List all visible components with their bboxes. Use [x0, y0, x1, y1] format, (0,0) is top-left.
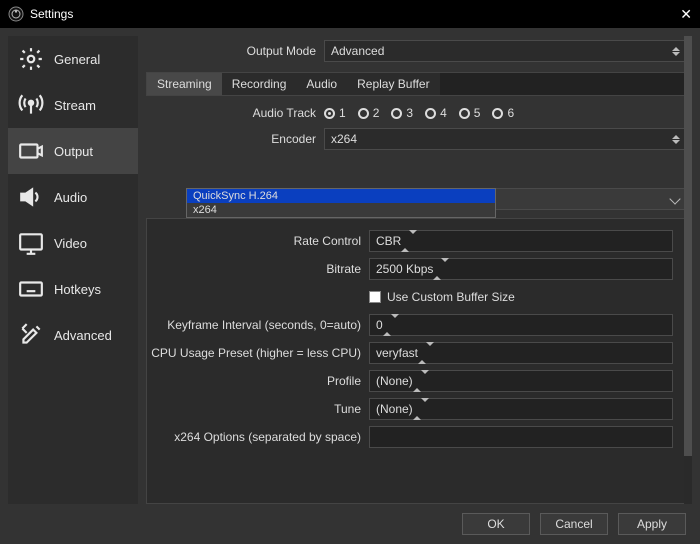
audio-track-radios: 1 2 3 4 5 6 — [324, 106, 686, 120]
custom-buffer-check[interactable]: Use Custom Buffer Size — [369, 290, 679, 304]
output-mode-value: Advanced — [331, 44, 384, 58]
sidebar-item-label: Advanced — [54, 328, 112, 343]
keyframe-label: Keyframe Interval (seconds, 0=auto) — [147, 318, 369, 332]
apply-button[interactable]: Apply — [618, 513, 686, 535]
sidebar-item-label: Audio — [54, 190, 87, 205]
cpu-preset-label: CPU Usage Preset (higher = less CPU) — [147, 346, 369, 360]
gear-icon — [18, 46, 44, 72]
tools-icon — [18, 322, 44, 348]
encoder-select[interactable]: x264 — [324, 128, 686, 150]
scrollbar-track[interactable] — [684, 36, 692, 504]
cancel-button[interactable]: Cancel — [540, 513, 608, 535]
sidebar-item-output[interactable]: Output — [8, 128, 138, 174]
sidebar-item-general[interactable]: General — [8, 36, 138, 82]
rate-control-select[interactable]: CBR — [369, 230, 673, 252]
titlebar: Settings ✕ — [0, 0, 700, 28]
cpu-preset-select[interactable]: veryfast — [369, 342, 673, 364]
bitrate-label: Bitrate — [147, 262, 369, 276]
speaker-icon — [18, 184, 44, 210]
profile-select[interactable]: (None) — [369, 370, 673, 392]
updown-icon — [413, 402, 429, 416]
monitor-icon — [18, 230, 44, 256]
keyframe-input[interactable]: 0 — [369, 314, 673, 336]
updown-icon — [418, 346, 434, 360]
sidebar-item-label: General — [54, 52, 100, 67]
output-tabs: Streaming Recording Audio Replay Buffer — [146, 72, 686, 96]
encoder-label: Encoder — [146, 132, 324, 146]
keyboard-icon — [18, 276, 44, 302]
bitrate-row: Bitrate 2500 Kbps — [147, 255, 685, 283]
tab-recording[interactable]: Recording — [222, 73, 297, 95]
updown-icon — [401, 234, 417, 248]
audio-track-radio-6[interactable]: 6 — [492, 106, 514, 120]
updown-icon[interactable] — [433, 262, 449, 276]
tune-row: Tune (None) — [147, 395, 685, 423]
audio-track-radio-4[interactable]: 4 — [425, 106, 447, 120]
scrollbar-thumb[interactable] — [684, 36, 692, 456]
ok-button[interactable]: OK — [462, 513, 530, 535]
audio-track-row: Audio Track 1 2 3 4 5 6 — [146, 100, 692, 126]
encoder-option-x264[interactable]: x264 — [187, 203, 495, 217]
custom-buffer-checkbox[interactable] — [369, 291, 381, 303]
sidebar-item-advanced[interactable]: Advanced — [8, 312, 138, 358]
custom-buffer-row: Use Custom Buffer Size — [147, 283, 685, 311]
audio-track-label: Audio Track — [146, 106, 324, 120]
tab-audio[interactable]: Audio — [296, 73, 347, 95]
cpu-preset-row: CPU Usage Preset (higher = less CPU) ver… — [147, 339, 685, 367]
encoder-option-quicksync[interactable]: QuickSync H.264 — [187, 189, 495, 203]
obs-icon — [8, 6, 24, 22]
output-icon — [18, 138, 44, 164]
window-title: Settings — [30, 7, 668, 21]
body: General Stream Output Audio — [0, 28, 700, 504]
audio-track-radio-3[interactable]: 3 — [391, 106, 413, 120]
tab-replay-buffer[interactable]: Replay Buffer — [347, 73, 440, 95]
updown-icon — [413, 374, 429, 388]
sidebar-item-label: Video — [54, 236, 87, 251]
tune-select[interactable]: (None) — [369, 398, 673, 420]
footer: OK Cancel Apply — [0, 504, 700, 544]
output-mode-select[interactable]: Advanced — [324, 40, 686, 62]
updown-icon[interactable] — [383, 318, 399, 332]
profile-label: Profile — [147, 374, 369, 388]
sidebar: General Stream Output Audio — [8, 36, 138, 504]
bitrate-input[interactable]: 2500 Kbps — [369, 258, 673, 280]
tab-streaming[interactable]: Streaming — [147, 73, 222, 95]
encoder-dropdown[interactable]: QuickSync H.264 x264 — [186, 188, 496, 218]
sidebar-item-label: Hotkeys — [54, 282, 101, 297]
output-mode-row: Output Mode Advanced — [146, 36, 692, 66]
keyframe-row: Keyframe Interval (seconds, 0=auto) 0 — [147, 311, 685, 339]
x264-options-label: x264 Options (separated by space) — [147, 430, 369, 444]
antenna-icon — [18, 92, 44, 118]
output-mode-label: Output Mode — [146, 44, 324, 58]
x264-options-row: x264 Options (separated by space) — [147, 423, 685, 451]
chevron-down-icon — [669, 193, 680, 204]
encoder-row: Encoder x264 — [146, 126, 692, 152]
encoder-settings-panel: Rate Control CBR Bitrate 2500 Kbps — [146, 218, 686, 504]
updown-icon — [669, 42, 683, 60]
updown-icon — [669, 130, 683, 148]
encoder-value: x264 — [331, 132, 357, 146]
sidebar-item-label: Output — [54, 144, 93, 159]
sidebar-item-hotkeys[interactable]: Hotkeys — [8, 266, 138, 312]
profile-row: Profile (None) — [147, 367, 685, 395]
sidebar-item-video[interactable]: Video — [8, 220, 138, 266]
audio-track-radio-2[interactable]: 2 — [358, 106, 380, 120]
rate-control-row: Rate Control CBR — [147, 227, 685, 255]
audio-track-radio-1[interactable]: 1 — [324, 106, 346, 120]
sidebar-item-label: Stream — [54, 98, 96, 113]
settings-window: Settings ✕ General Stream Output — [0, 0, 700, 544]
sidebar-item-stream[interactable]: Stream — [8, 82, 138, 128]
custom-buffer-label: Use Custom Buffer Size — [387, 290, 515, 304]
tune-label: Tune — [147, 402, 369, 416]
sidebar-item-audio[interactable]: Audio — [8, 174, 138, 220]
main-panel: Output Mode Advanced Streaming Recording… — [146, 36, 692, 504]
x264-options-input[interactable] — [369, 426, 673, 448]
audio-track-radio-5[interactable]: 5 — [459, 106, 481, 120]
rate-control-label: Rate Control — [147, 234, 369, 248]
close-icon[interactable]: ✕ — [668, 6, 692, 23]
